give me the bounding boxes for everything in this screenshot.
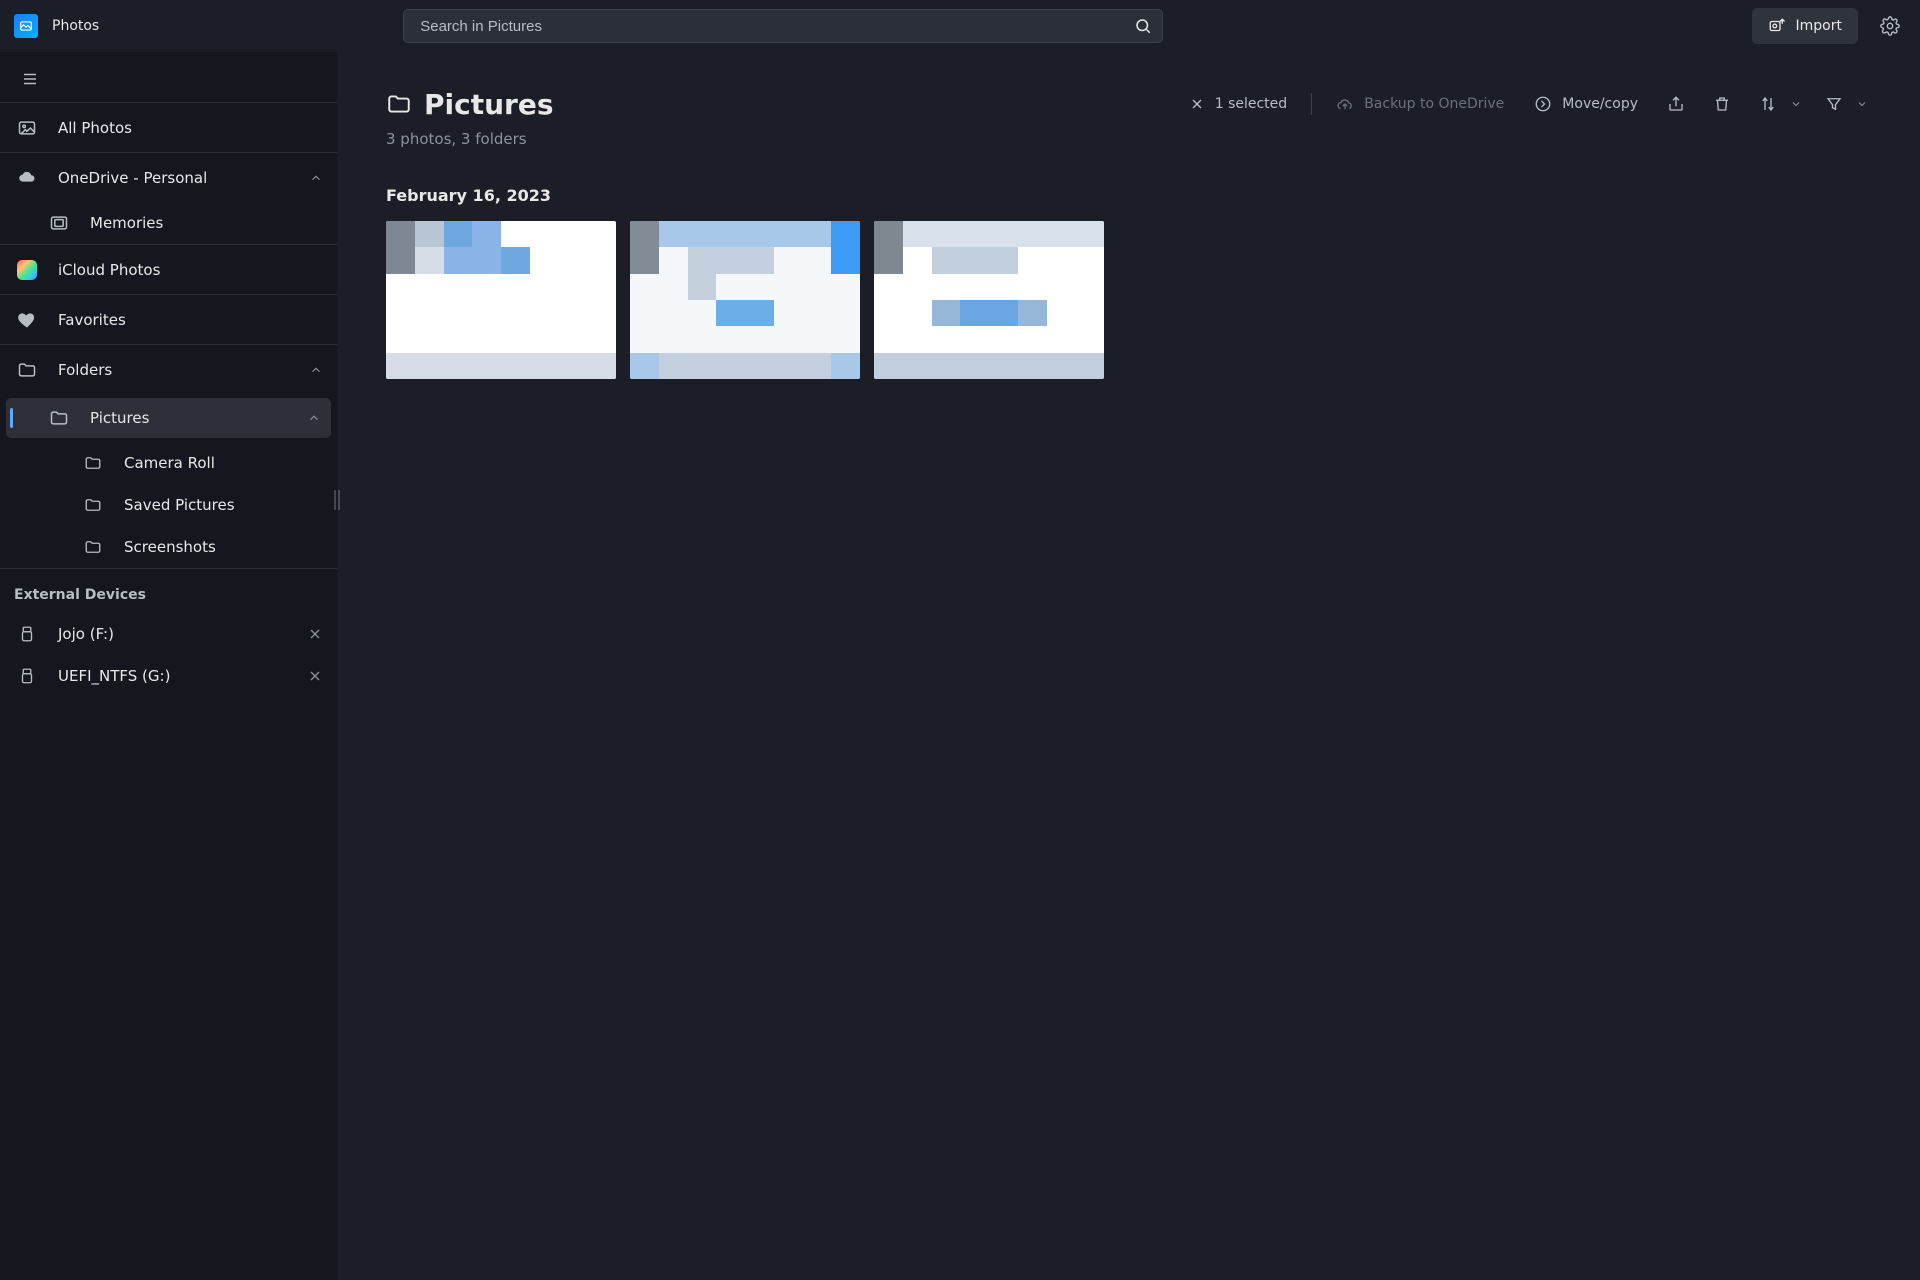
sort-dropdown[interactable]: [1786, 98, 1806, 110]
onedrive-icon: [14, 168, 40, 188]
app-title: Photos: [52, 18, 99, 34]
top-bar: Photos Import: [0, 0, 1920, 52]
photos-icon: [14, 118, 40, 138]
move-icon: [1534, 95, 1552, 113]
search-icon[interactable]: [1134, 17, 1152, 35]
page-subline: 3 photos, 3 folders: [386, 130, 1872, 148]
sidebar-item-all-photos[interactable]: All Photos: [0, 102, 337, 152]
toolbar: 1 selected Backup to OneDrive Move/copy: [1179, 86, 1872, 122]
sort-button[interactable]: [1750, 86, 1786, 122]
sidebar: All Photos OneDrive - Personal Memories …: [0, 52, 338, 1280]
sidebar-section-external: External Devices: [0, 568, 337, 613]
filter-dropdown[interactable]: [1852, 98, 1872, 110]
settings-button[interactable]: [1872, 8, 1908, 44]
eject-button[interactable]: [307, 626, 323, 642]
folder-icon: [46, 408, 72, 428]
sidebar-item-label: OneDrive - Personal: [58, 169, 207, 187]
usb-drive-icon: [14, 625, 40, 643]
folder-icon: [80, 496, 106, 514]
sidebar-item-memories[interactable]: Memories: [0, 202, 337, 244]
app-icon: [14, 14, 38, 38]
import-icon: [1768, 17, 1786, 35]
sidebar-item-favorites[interactable]: Favorites: [0, 294, 337, 344]
folder-icon: [386, 91, 412, 117]
hamburger-button[interactable]: [14, 63, 46, 95]
sidebar-item-label: Pictures: [90, 409, 149, 427]
photo-thumbnail[interactable]: [630, 221, 860, 379]
trash-icon: [1713, 95, 1731, 113]
chevron-up-icon: [307, 411, 321, 425]
search-box[interactable]: [403, 9, 1163, 43]
page-title: Pictures: [424, 88, 554, 121]
gear-icon: [1880, 16, 1900, 36]
sidebar-item-camera-roll[interactable]: Camera Roll: [0, 442, 337, 484]
move-copy-button[interactable]: Move/copy: [1524, 86, 1648, 122]
chevron-down-icon: [1790, 98, 1802, 110]
main-content: Pictures 1 selected Backup to OneDrive: [338, 52, 1920, 1280]
delete-button[interactable]: [1704, 86, 1740, 122]
folder-icon: [14, 360, 40, 380]
sidebar-item-label: iCloud Photos: [58, 261, 160, 279]
folder-icon: [80, 538, 106, 556]
chevron-up-icon: [309, 363, 323, 377]
sidebar-item-label: All Photos: [58, 119, 132, 137]
sidebar-item-pictures[interactable]: Pictures: [6, 398, 331, 438]
sidebar-item-onedrive[interactable]: OneDrive - Personal: [0, 152, 337, 202]
filter-icon: [1825, 95, 1843, 113]
sidebar-item-screenshots[interactable]: Screenshots: [0, 526, 337, 568]
import-label: Import: [1796, 18, 1842, 34]
search-input[interactable]: [418, 17, 1134, 36]
toolbar-label: Move/copy: [1562, 96, 1638, 112]
memories-icon: [46, 213, 72, 233]
sidebar-item-external-2[interactable]: UEFI_NTFS (G:): [0, 655, 337, 697]
sort-icon: [1759, 95, 1777, 113]
filter-button[interactable]: [1816, 86, 1852, 122]
folder-icon: [80, 454, 106, 472]
hamburger-icon: [21, 70, 39, 88]
heart-icon: [14, 310, 40, 330]
toolbar-label: Backup to OneDrive: [1364, 96, 1504, 112]
date-header: February 16, 2023: [386, 186, 1872, 205]
backup-onedrive-button[interactable]: Backup to OneDrive: [1326, 86, 1514, 122]
toolbar-divider: [1311, 93, 1312, 115]
share-button[interactable]: [1658, 86, 1694, 122]
chevron-up-icon: [309, 171, 323, 185]
photo-thumbnail[interactable]: [386, 221, 616, 379]
sidebar-item-label: UEFI_NTFS (G:): [58, 667, 170, 685]
sidebar-item-label: Camera Roll: [124, 454, 215, 472]
clear-selection-button[interactable]: 1 selected: [1179, 86, 1297, 122]
import-button[interactable]: Import: [1752, 8, 1858, 44]
sidebar-item-label: Favorites: [58, 311, 126, 329]
usb-drive-icon: [14, 667, 40, 685]
share-icon: [1667, 95, 1685, 113]
icloud-icon: [14, 260, 40, 280]
chevron-down-icon: [1856, 98, 1868, 110]
eject-button[interactable]: [307, 668, 323, 684]
close-icon: [1189, 96, 1205, 112]
sidebar-item-label: Saved Pictures: [124, 496, 235, 514]
sidebar-item-icloud[interactable]: iCloud Photos: [0, 244, 337, 294]
sidebar-item-label: Screenshots: [124, 538, 216, 556]
cloud-upload-icon: [1336, 95, 1354, 113]
sidebar-resize-handle[interactable]: [331, 472, 343, 528]
photo-thumbnail[interactable]: [874, 221, 1104, 379]
sidebar-item-label: Folders: [58, 361, 112, 379]
selected-count: 1 selected: [1215, 96, 1287, 112]
sidebar-item-label: Memories: [90, 214, 163, 232]
sidebar-item-label: Jojo (F:): [58, 625, 114, 643]
sidebar-item-folders[interactable]: Folders: [0, 344, 337, 394]
photo-grid: [386, 221, 1872, 379]
sidebar-item-saved-pictures[interactable]: Saved Pictures: [0, 484, 337, 526]
sidebar-item-external-1[interactable]: Jojo (F:): [0, 613, 337, 655]
